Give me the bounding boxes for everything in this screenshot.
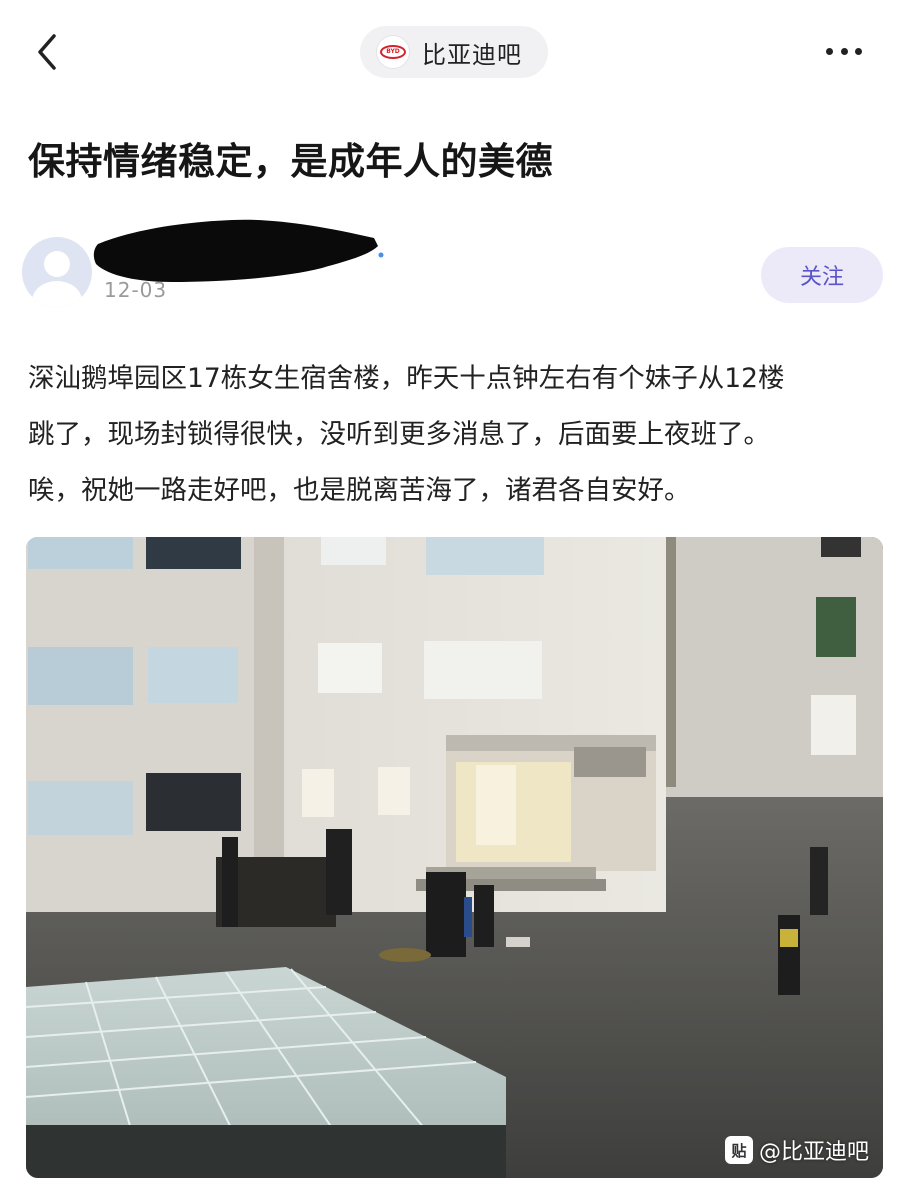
post-date: 12-03 [104,278,168,302]
more-dots-icon [840,47,848,55]
avatar-body [32,281,82,307]
post-title: 保持情绪稳定，是成年人的美德 [28,140,553,183]
forum-name: 比亚迪吧 [422,40,522,69]
avatar[interactable] [22,237,92,307]
watermark: 贴 @比亚迪吧 [724,1134,869,1166]
post-body: 深汕鹅埠园区17栋女生宿舍楼，昨天十点钟左右有个妹子从12楼 跳了，现场封锁得很… [28,351,888,519]
tieba-icon: 贴 [724,1136,753,1164]
back-button[interactable] [30,30,66,74]
more-button[interactable] [820,36,868,66]
forum-pill[interactable]: BYD 比亚迪吧 [360,26,548,78]
byd-logo-icon: BYD [376,35,410,69]
watermark-text: @比亚迪吧 [758,1140,869,1165]
follow-button[interactable]: 关注 [761,247,883,303]
night-dormitory-photo [26,537,883,1178]
top-nav: BYD 比亚迪吧 [0,0,908,105]
avatar-head [44,251,70,277]
post-body-line: 唉，祝她一路走好吧，也是脱离苦海了，诸君各自安好。 [28,475,691,506]
post-page: BYD 比亚迪吧 保持情绪稳定，是成年人的美德 12-03 关注 深汕鹅埠园区1… [0,0,908,1199]
chevron-left-icon [38,34,56,70]
more-dots-icon [855,47,862,55]
post-body-line: 跳了，现场封锁得很快，没听到更多消息了，后面要上夜班了。 [28,419,770,450]
post-body-line: 深汕鹅埠园区17栋女生宿舍楼，昨天十点钟左右有个妹子从12楼 [28,363,785,394]
post-image[interactable]: 贴 @比亚迪吧 [26,537,883,1178]
more-dots-icon [826,47,833,55]
byd-logo-text: BYD [380,45,406,59]
